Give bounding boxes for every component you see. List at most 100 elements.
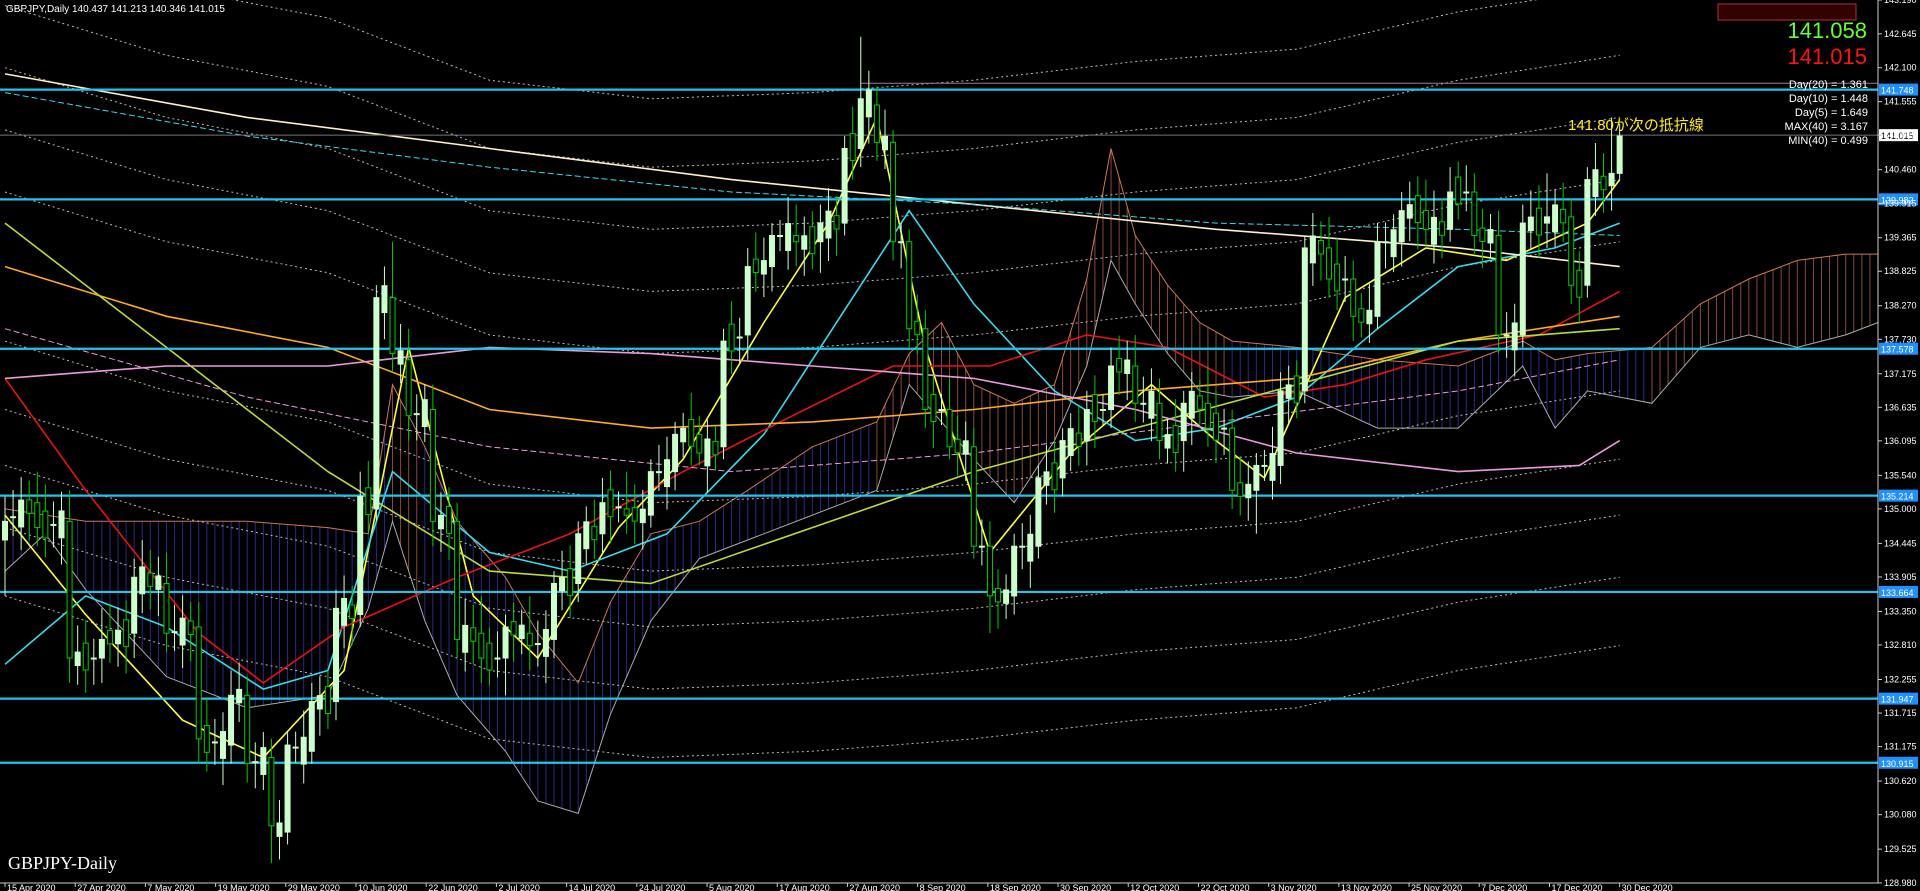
candle-body (1180, 402, 1187, 442)
candle-body (1035, 477, 1042, 547)
candle-body (591, 525, 598, 541)
bid-price: 141.058 (1787, 18, 1867, 43)
candle-body (752, 258, 759, 274)
candle-body (760, 260, 767, 275)
candle-body (938, 408, 945, 411)
stat-min40: MIN(40) = 0.499 (1788, 135, 1868, 147)
candle-body (777, 235, 784, 238)
candle-body (446, 505, 453, 534)
candle-body (106, 629, 113, 645)
candle-body (1099, 408, 1106, 411)
chart-window[interactable]: 141.748 139.982 137.578 135.214 133.664 131.9… (0, 0, 1920, 891)
time-tick-label: 19 May 2020 (218, 883, 270, 891)
candle-body (954, 438, 961, 454)
candle-body (768, 235, 775, 268)
candle-body (1382, 241, 1389, 244)
candle-body (607, 489, 614, 518)
candle-body (26, 499, 33, 514)
candle-body (1309, 235, 1316, 264)
candle-body (211, 741, 218, 744)
candle-body (1108, 365, 1115, 410)
candle-body (413, 413, 420, 416)
candle-body (219, 731, 226, 759)
candle-body (914, 320, 921, 336)
candle-body (1237, 482, 1244, 497)
candle-body (82, 642, 89, 671)
price-chart[interactable]: 141.748139.982137.578135.214133.664131.9… (0, 0, 1920, 891)
price-tick-label: 138.270 (1884, 301, 1917, 311)
price-tick-label: 133.905 (1884, 572, 1917, 582)
candle-body (1091, 394, 1098, 422)
price-tick-label: 130.620 (1884, 776, 1917, 786)
candle-body (365, 487, 372, 516)
candle-body (1390, 229, 1397, 258)
price-line-label: 131.947 (1881, 695, 1914, 705)
candle-body (680, 427, 687, 443)
candle-body (10, 516, 17, 519)
candle-body (559, 577, 566, 592)
candle-body (1463, 191, 1470, 194)
candle-body (324, 686, 331, 714)
candle-body (720, 340, 727, 448)
price-tick-label: 137.175 (1884, 369, 1917, 379)
candle-body (187, 620, 194, 636)
price-tick-label: 143.190 (1884, 0, 1917, 5)
candle-body (494, 657, 501, 660)
candle-body (1261, 464, 1268, 467)
candle-body (736, 336, 743, 339)
candle-body (1334, 263, 1341, 292)
time-tick-label: 22 Jun 2020 (428, 883, 478, 891)
price-tick-label: 141.555 (1884, 97, 1917, 107)
price-tick-label: 134.445 (1884, 538, 1917, 548)
candle-body (292, 746, 299, 749)
price-tick-label: 142.645 (1884, 29, 1917, 39)
candle-body (98, 638, 105, 659)
price-tick-label: 141.015 (1884, 130, 1917, 140)
time-tick-label: 25 Nov 2020 (1411, 883, 1462, 891)
candle-body (147, 572, 154, 587)
candle-body (542, 629, 549, 657)
candle-body (115, 629, 122, 645)
candle-body (809, 226, 816, 255)
candle-body (1342, 278, 1349, 281)
candle-body (429, 408, 436, 522)
candle-body (1003, 589, 1010, 604)
candle-body (639, 508, 646, 524)
price-tick-label: 132.255 (1884, 674, 1917, 684)
candle-body (1043, 471, 1050, 486)
ask-price: 141.015 (1787, 44, 1867, 69)
stat-day20: Day(20) = 1.361 (1789, 79, 1868, 91)
price-tick-label: 130.080 (1884, 810, 1917, 820)
candle-body (389, 297, 396, 355)
candle-body (930, 394, 937, 422)
candle-body (647, 471, 654, 516)
price-line-label: 135.214 (1881, 492, 1914, 502)
candle-body (1221, 427, 1228, 430)
candle-body (486, 642, 493, 671)
candle-body (1132, 365, 1139, 404)
candle-body (906, 241, 913, 330)
candle-body (1366, 309, 1373, 325)
candle-body (252, 761, 259, 764)
candle-body (437, 514, 444, 530)
candle-body (1527, 216, 1534, 232)
candle-body (1317, 239, 1324, 255)
price-tick-label: 133.350 (1884, 606, 1917, 616)
candle-body (244, 694, 251, 765)
candle-body (1406, 204, 1413, 219)
stat-max40: MAX(40) = 3.167 (1785, 121, 1868, 133)
time-tick-label: 30 Dec 2020 (1622, 883, 1673, 891)
candle-body (1374, 241, 1381, 317)
candle-body (890, 141, 897, 243)
candle-body (550, 582, 557, 640)
candle-body (526, 632, 533, 647)
candle-body (898, 241, 905, 244)
candle-body (405, 359, 412, 417)
candle-body (518, 624, 525, 640)
time-tick-label: 7 May 2020 (147, 883, 194, 891)
candle-body (986, 545, 993, 597)
price-tick-label: 131.175 (1884, 742, 1917, 752)
time-tick-label: 27 Apr 2020 (77, 883, 126, 891)
candle-body (203, 724, 210, 753)
candle-body (962, 440, 969, 455)
